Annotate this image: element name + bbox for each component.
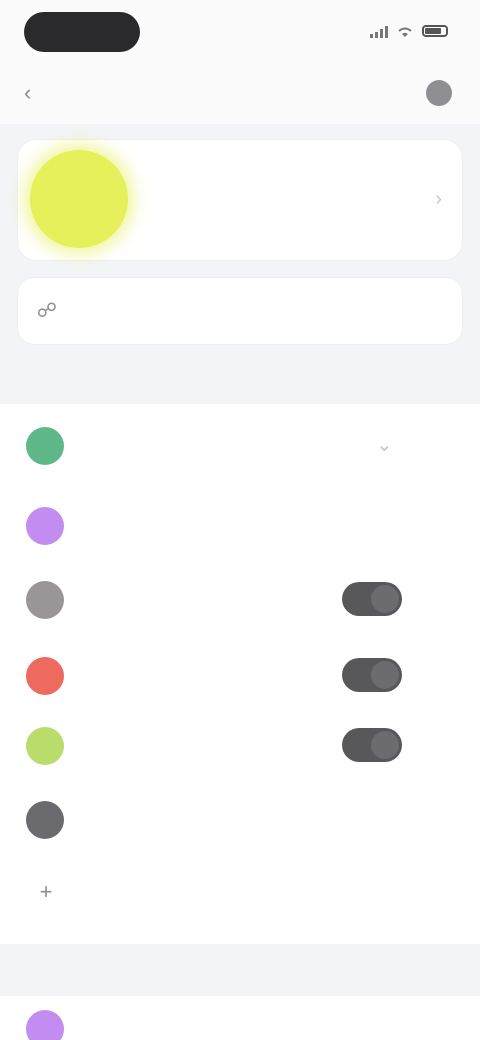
list-item[interactable] bbox=[0, 488, 480, 562]
row-icon bbox=[26, 657, 64, 695]
settings-list: ⌄ + bbox=[0, 404, 480, 944]
chevron-down-icon[interactable]: ⌄ bbox=[376, 432, 393, 457]
status-icons bbox=[370, 20, 448, 42]
row-icon bbox=[26, 727, 64, 765]
settings-screen: ‹ › ☍ ⌄ + bbox=[0, 0, 480, 1040]
status-time bbox=[24, 12, 140, 52]
row-icon bbox=[26, 427, 64, 465]
wifi-icon bbox=[396, 25, 414, 37]
list-item[interactable] bbox=[0, 562, 480, 636]
action-card[interactable]: ☍ bbox=[18, 278, 462, 344]
toggle-switch[interactable] bbox=[342, 582, 402, 616]
plus-icon: + bbox=[39, 879, 53, 904]
toggle-switch[interactable] bbox=[342, 658, 402, 692]
list-item[interactable] bbox=[0, 638, 480, 712]
profile-avatar bbox=[30, 150, 128, 248]
list-item[interactable] bbox=[0, 996, 480, 1040]
chevron-left-icon[interactable]: ‹ bbox=[24, 82, 46, 104]
row-icon bbox=[26, 1010, 64, 1040]
list-item[interactable] bbox=[0, 708, 480, 782]
nav-bar: ‹ bbox=[0, 64, 480, 124]
settings-list-2 bbox=[0, 996, 480, 1040]
profile-card[interactable]: › bbox=[18, 140, 462, 260]
row-icon bbox=[26, 507, 64, 545]
battery-icon bbox=[422, 25, 448, 37]
chevron-right-icon: › bbox=[435, 188, 442, 210]
signal-icon bbox=[370, 25, 388, 38]
status-bar bbox=[0, 0, 480, 64]
avatar-icon[interactable] bbox=[426, 80, 452, 106]
row-icon bbox=[26, 581, 64, 619]
row-icon bbox=[26, 801, 64, 839]
list-item[interactable] bbox=[0, 782, 480, 856]
link-icon: ☍ bbox=[36, 300, 58, 322]
list-item[interactable]: ⌄ bbox=[0, 408, 480, 482]
toggle-switch[interactable] bbox=[342, 728, 402, 762]
add-item-row[interactable]: + bbox=[0, 860, 480, 934]
